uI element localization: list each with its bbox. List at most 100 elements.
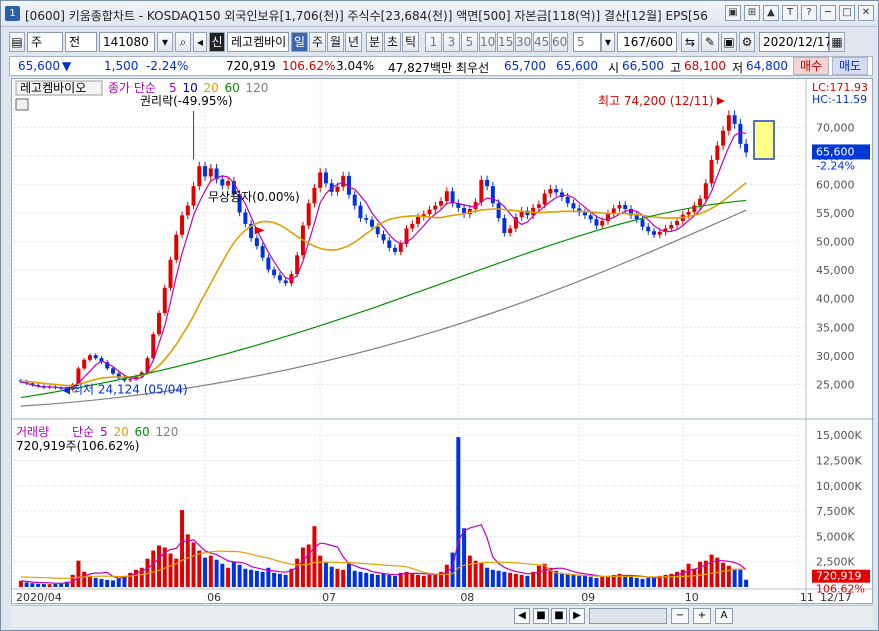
volume-tick-label: 7,500K [816,505,855,518]
market-select[interactable]: 주 [27,32,63,52]
quote-high: 68,100 [684,59,726,73]
scroll-pause-button[interactable]: ■ [551,608,567,624]
volume-bar [105,579,110,587]
interval-60[interactable]: 60 [551,32,568,52]
candle-body [554,189,559,193]
volume-bar [519,574,524,587]
stock-legend-name: 레고켐바이오 [20,81,86,95]
stock-code-input[interactable]: 141080 [99,32,155,52]
period-month[interactable]: 월 [327,32,344,52]
count-dropdown-icon[interactable]: ▾ [601,32,615,52]
volume-bar [565,573,570,587]
all-select[interactable]: 전 [65,32,97,52]
candle-body [657,231,662,235]
minimize-icon[interactable]: ─ [820,5,836,21]
buy-button[interactable]: 매수 [793,57,829,75]
period-second[interactable]: 초 [384,32,401,52]
count-select[interactable]: 5 [573,32,601,52]
interval-3[interactable]: 3 [443,32,460,52]
candle-body [450,191,455,204]
save-icon[interactable]: ▣ [721,32,737,52]
titlebar-icons: ▣ ⊞ ▲ T ? ─ □ ✕ [725,5,874,21]
maximize-icon[interactable]: □ [839,5,855,21]
price-legend-item: 5 [169,81,177,95]
candle-body [600,221,605,226]
candle-body [197,166,202,187]
drawing-icon[interactable]: ✎ [701,32,719,52]
date-tick-label: 11 [800,591,814,604]
interval-1[interactable]: 1 [425,32,442,52]
pin-icon[interactable]: ▲ [763,5,779,21]
current-volume-label: 720,919 [816,570,862,583]
candle-body [82,359,87,369]
menu-icon[interactable]: ▤ [9,32,25,52]
grid-icon[interactable]: ⊞ [744,5,760,21]
volume-bar [157,545,162,587]
scroll-stop-button[interactable]: ■ [533,608,549,624]
compare-icon[interactable]: ⇆ [681,32,699,52]
stock-name: 레고켐바이 [227,32,289,52]
layout-icon[interactable]: ▣ [725,5,741,21]
period-tick[interactable]: 틱 [402,32,419,52]
candle-body [439,201,444,206]
candle-body [277,275,282,281]
volume-legend-title: 거래량 [16,425,49,439]
volume-bar [646,577,651,587]
interval-45[interactable]: 45 [533,32,550,52]
interval-10[interactable]: 10 [479,32,496,52]
candle-body [508,228,513,233]
search-icon[interactable]: ⌕ [175,32,191,52]
volume-bar [577,575,582,587]
zoom-out-button[interactable]: − [671,608,689,624]
toolbar: ▤ 주 전 141080 ▾ ⌕ ◂ 신 레고켐바이 일 주 월 년 분 초 틱… [9,32,873,54]
sell-button[interactable]: 매도 [832,57,868,75]
code-dropdown-icon[interactable]: ▾ [157,32,173,52]
candle-body [698,198,703,206]
period-year[interactable]: 년 [345,32,362,52]
interval-5[interactable]: 5 [461,32,478,52]
interval-30[interactable]: 30 [515,32,532,52]
price-tick-label: 30,000 [816,350,855,363]
auto-scale-button[interactable]: A [715,608,733,624]
volume-bar [87,575,92,587]
scroll-track[interactable] [589,608,667,624]
candle-body [226,181,231,186]
volume-bar [462,528,467,587]
zoom-in-button[interactable]: + [693,608,711,624]
period-minute[interactable]: 분 [366,32,383,52]
volume-bar [272,572,277,587]
chart-svg[interactable]: 25,00030,00035,00040,00045,00050,00055,0… [12,79,874,605]
high-arrow [716,97,725,105]
rights-annotation: 권리락(-49.95%) [140,94,233,108]
scroll-left-button[interactable]: ◀ [514,608,530,624]
chart-area[interactable]: 25,000 30,000 35,000 40,000 45,000 50,000 55,0… [11,78,874,605]
volume-bar [692,568,697,587]
settings-icon[interactable]: ⚙ [739,32,755,52]
volume-bar [323,562,328,587]
speaker-icon[interactable]: ◂ [193,32,207,52]
volume-bar [41,583,46,587]
help-icon[interactable]: ? [801,5,817,21]
period-week[interactable]: 주 [309,32,326,52]
calendar-icon[interactable]: ▦ [829,32,845,52]
high-label: 고 [670,61,682,75]
period-day[interactable]: 일 [291,32,308,52]
candle-body [185,205,190,216]
volume-bar [249,569,254,587]
volume-bar [375,574,380,587]
candle-body [703,183,708,199]
quote-bid: 65,600 [556,59,598,73]
candle-body [358,205,363,219]
range-input[interactable]: 167/600 [617,32,677,52]
best-label: 최우선 [456,61,490,75]
font-icon[interactable]: T [782,5,798,21]
date-input[interactable]: 2020/12/17 [759,32,832,52]
close-icon[interactable]: ✕ [858,5,874,21]
interval-15[interactable]: 15 [497,32,514,52]
volume-bar [116,577,121,587]
candle-body [738,123,743,144]
candle-body [243,212,248,224]
scroll-right-button[interactable]: ▶ [569,608,585,624]
titlebar: 1 [0600] 키움종합차트 - KOSDAQ150 외국인보유[1,706(… [1,1,878,27]
quote-ask: 65,700 [504,59,546,73]
